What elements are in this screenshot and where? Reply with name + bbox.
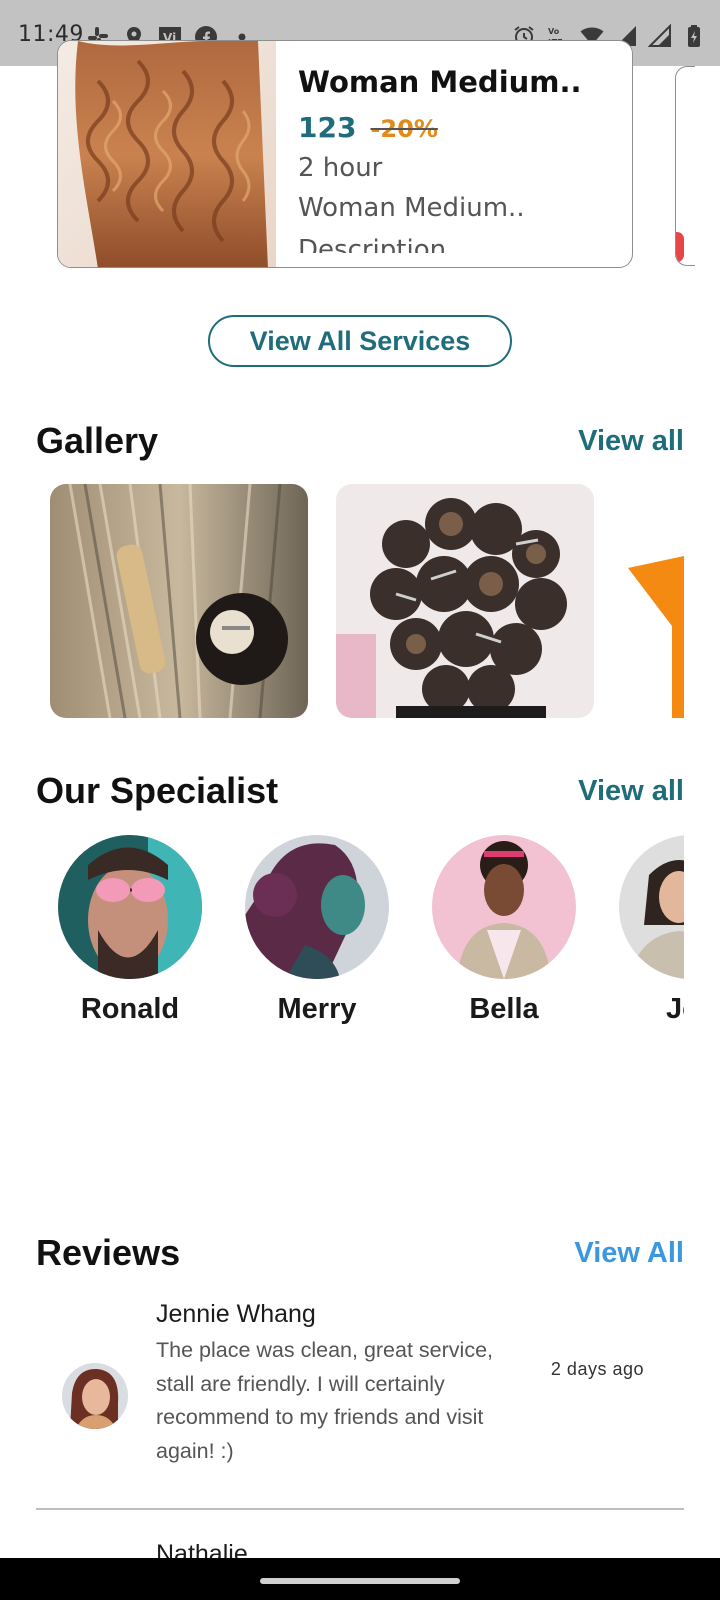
- service-image: [58, 41, 276, 267]
- specialist-item[interactable]: Jos: [619, 835, 684, 1026]
- avatar: [619, 835, 684, 979]
- gallery-view-all-link[interactable]: View all: [578, 425, 684, 458]
- specialist-name: Ronald: [80, 993, 180, 1025]
- battery-icon: [688, 25, 700, 47]
- avatar: [58, 835, 202, 979]
- svg-text:Vo: Vo: [548, 27, 560, 36]
- specialist-view-all-link[interactable]: View all: [578, 775, 684, 808]
- avatar: [432, 835, 576, 979]
- service-discount: -20%: [370, 115, 438, 143]
- review-divider: [36, 1508, 684, 1510]
- gallery-image[interactable]: [336, 484, 594, 718]
- service-duration: 2 hour: [298, 153, 383, 183]
- avatar: [62, 1363, 128, 1429]
- reviewer-name: Nathalie: [156, 1540, 248, 1558]
- review-item[interactable]: Nathalie: [36, 1540, 684, 1558]
- view-all-services-button[interactable]: View All Services: [208, 315, 512, 367]
- service-title: Woman Medium..: [298, 65, 582, 99]
- avatar: [245, 835, 389, 979]
- gallery-image[interactable]: [50, 484, 308, 718]
- specialist-list: Ronald Merry Bella J: [0, 820, 684, 1030]
- specialist-name: Jos: [666, 993, 684, 1025]
- specialist-item[interactable]: Ronald: [58, 835, 202, 1026]
- review-item[interactable]: Jennie Whang The place was clean, great …: [36, 1300, 684, 1490]
- home-gesture-handle[interactable]: [260, 1578, 460, 1584]
- next-service-card[interactable]: [675, 66, 695, 266]
- curly-hair-image: [58, 41, 276, 267]
- reviews-title: Reviews: [36, 1232, 181, 1273]
- gallery-title: Gallery: [36, 420, 159, 461]
- reviews-view-all-link[interactable]: View All: [574, 1237, 684, 1270]
- specialist-item[interactable]: Bella: [432, 835, 576, 1026]
- orange-image: [628, 556, 684, 718]
- navigation-bar: [0, 1558, 720, 1600]
- price-row: 123 -20%: [298, 111, 438, 144]
- review-text: The place was clean, great service, stal…: [156, 1338, 493, 1463]
- specialist-name: Merry: [277, 993, 357, 1025]
- signal-icon: [648, 24, 671, 47]
- pinned-curls-image: [336, 484, 594, 718]
- hair-roller-image: [50, 484, 308, 718]
- service-card[interactable]: Woman Medium.. 123 -20% 2 hour Woman Med…: [57, 40, 633, 268]
- gallery-image[interactable]: [628, 556, 684, 718]
- review-time: 2 days ago: [550, 1359, 644, 1379]
- specialist-name: Bella: [469, 993, 539, 1025]
- service-description-more: Description: [298, 235, 447, 253]
- specialist-item[interactable]: Merry: [245, 835, 389, 1026]
- service-description: Woman Medium..: [298, 193, 525, 223]
- service-price: 123: [298, 111, 357, 144]
- reviewer-name: Jennie Whang: [156, 1300, 316, 1328]
- specialist-title: Our Specialist: [36, 770, 279, 811]
